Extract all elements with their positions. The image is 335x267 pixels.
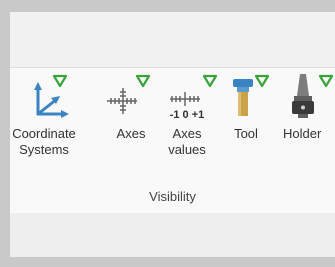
coordinate-systems-button[interactable]: Coordinate Systems <box>10 68 78 180</box>
coordinate-systems-label-line1: Coordinate <box>12 126 76 141</box>
holder-label: Holder <box>283 126 322 141</box>
visible-triangle-icon <box>52 74 68 88</box>
axes-values-label-line2: values <box>168 142 206 157</box>
axes-icon <box>107 74 151 114</box>
coordinate-systems-icon <box>34 74 69 118</box>
holder-icon <box>292 74 334 118</box>
axes-values-label-line1: Axes <box>172 126 202 141</box>
tool-label: Tool <box>234 126 258 141</box>
axes-values-button[interactable]: -1 0 +1 Axes values <box>160 68 218 180</box>
visibility-group: Coordinate Systems Axes -1 0 +1 Axes val… <box>10 67 335 214</box>
axes-values-icon: -1 0 +1 <box>170 74 218 121</box>
visible-triangle-icon <box>135 74 151 88</box>
tool-button[interactable]: Tool <box>226 68 270 180</box>
group-label-visibility: Visibility <box>149 189 196 204</box>
axes-button[interactable]: Axes <box>107 68 153 180</box>
coordinate-systems-label-line2: Systems <box>19 142 69 157</box>
visible-triangle-icon <box>202 74 218 88</box>
workspace-area <box>10 213 335 257</box>
axes-values-icon-text: -1 0 +1 <box>170 109 205 121</box>
axes-label: Axes <box>116 126 146 141</box>
tool-icon <box>233 74 270 116</box>
visible-triangle-icon <box>254 74 270 88</box>
holder-button[interactable]: Holder <box>276 68 335 180</box>
visible-triangle-icon <box>318 74 334 88</box>
